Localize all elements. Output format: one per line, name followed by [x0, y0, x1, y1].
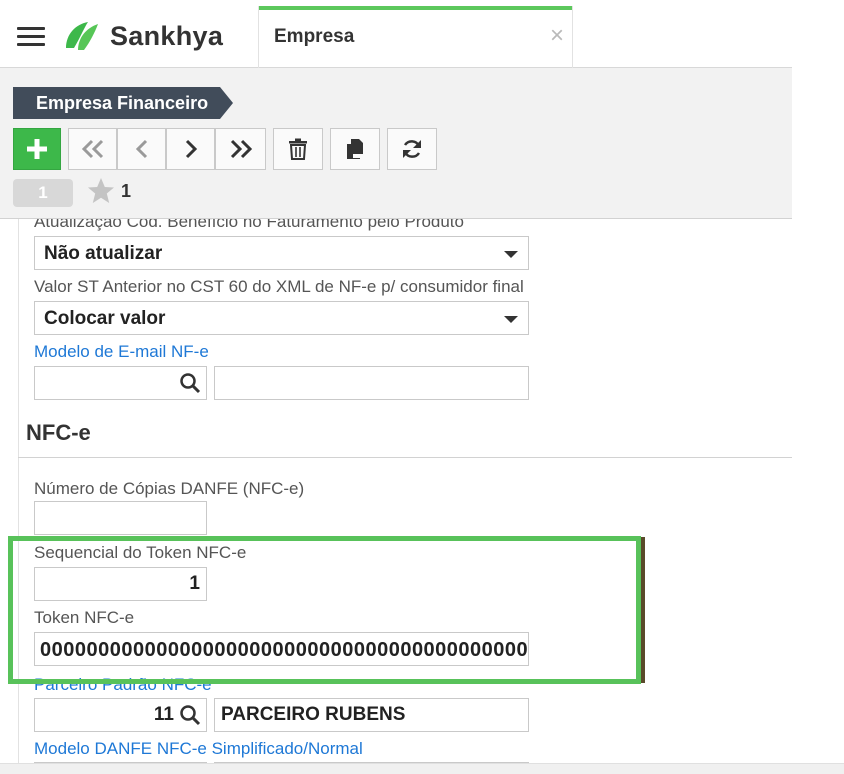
trash-icon: [289, 138, 307, 160]
chevron-right-icon: [185, 139, 197, 159]
field-parceiro-label[interactable]: Parceiro Padrão NFC-e: [34, 675, 212, 695]
refresh-button[interactable]: [387, 128, 437, 170]
parceiro-name-input[interactable]: [214, 698, 529, 732]
copy-icon: [347, 139, 363, 159]
brand-logo: Sankhya: [62, 18, 223, 54]
token-nfce-value: 0000000000000000000000000000000000000000…: [40, 639, 529, 661]
field-token-label: Token NFC-e: [34, 608, 135, 627]
brand-name: Sankhya: [110, 20, 224, 51]
field-modelo-danfe-label[interactable]: Modelo DANFE NFC-e Simplificado/Normal: [34, 739, 363, 759]
copias-danfe-input[interactable]: [34, 501, 207, 535]
caret-down-icon: [504, 316, 518, 323]
valor-st-select[interactable]: Colocar valor: [34, 301, 529, 335]
search-icon[interactable]: [179, 704, 201, 726]
double-chevron-left-icon: [81, 139, 103, 159]
app-header: Sankhya Empresa ×: [0, 0, 792, 68]
caret-down-icon: [504, 251, 518, 258]
section-title-nfce: NFC-e: [26, 420, 91, 445]
hamburger-menu-icon[interactable]: [17, 27, 45, 47]
duplicate-button[interactable]: [330, 128, 380, 170]
sankhya-leaf-icon: [66, 22, 98, 50]
breadcrumb: Empresa Financeiro: [13, 87, 234, 119]
field-modelo-email-label[interactable]: Modelo de E-mail NF-e: [34, 342, 209, 362]
refresh-icon: [403, 140, 421, 158]
next-record-button[interactable]: [166, 128, 215, 170]
last-record-button[interactable]: [215, 128, 266, 170]
breadcrumb-label: Empresa Financeiro: [13, 87, 221, 119]
valor-st-selected-value: Colocar valor: [44, 308, 166, 329]
field-seq-token-label: Sequencial do Token NFC-e: [34, 543, 247, 562]
atualizacao-selected-value: Não atualizar: [44, 243, 163, 264]
field-valor-st-label: Valor ST Anterior no CST 60 do XML de NF…: [34, 277, 524, 296]
tab-title: Empresa: [274, 26, 355, 47]
field-copias-label: Número de Cópias DANFE (NFC-e): [34, 479, 305, 498]
form-content[interactable]: Atualização Cód. Benefício no Faturament…: [0, 219, 844, 774]
plus-icon: [27, 139, 47, 159]
record-page-indicator[interactable]: 1: [13, 179, 73, 207]
field-atualizacao-label: Atualização Cód. Benefício no Faturament…: [34, 219, 464, 231]
toolbar-area: Empresa Financeiro 1 1: [0, 68, 792, 219]
atualizacao-select[interactable]: Não atualizar: [34, 236, 529, 270]
sequencial-token-input[interactable]: [34, 567, 207, 601]
previous-record-button[interactable]: [117, 128, 166, 170]
close-tab-icon[interactable]: ×: [550, 22, 564, 50]
double-chevron-right-icon: [230, 139, 252, 159]
favorites-count: 1: [121, 181, 132, 201]
search-icon[interactable]: [179, 372, 201, 394]
add-button[interactable]: [13, 128, 61, 170]
horizontal-scrollbar[interactable]: [0, 763, 844, 774]
chevron-left-icon: [135, 139, 147, 159]
modelo-email-description-input[interactable]: [214, 366, 529, 400]
star-icon[interactable]: [87, 177, 115, 205]
token-nfce-input[interactable]: 0000000000000000000000000000000000000000…: [34, 632, 529, 666]
tab-empresa[interactable]: Empresa ×: [258, 6, 573, 68]
first-record-button[interactable]: [68, 128, 117, 170]
delete-button[interactable]: [273, 128, 323, 170]
active-tab-indicator: [259, 6, 572, 10]
